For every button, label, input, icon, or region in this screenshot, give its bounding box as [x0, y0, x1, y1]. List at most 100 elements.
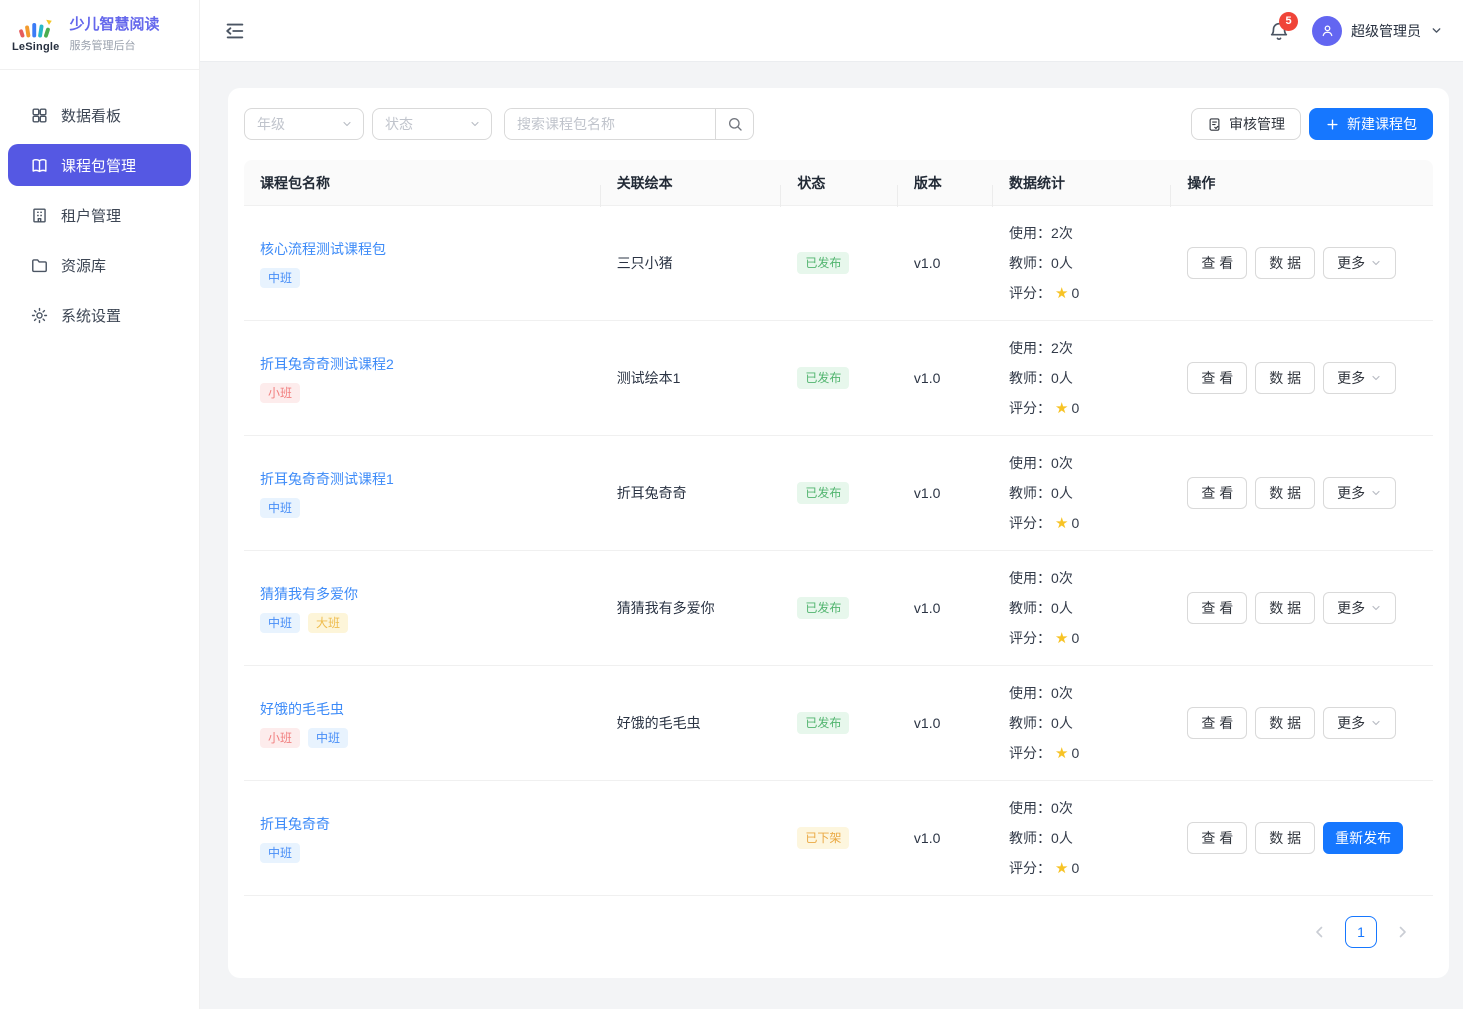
rating-stat: 评分：★0 — [1009, 853, 1155, 884]
grade-tags: 中班 — [260, 498, 585, 518]
name-cell: 折耳兔奇奇 中班 — [244, 814, 601, 863]
page-number-current[interactable]: 1 — [1345, 916, 1377, 948]
content-card: 年级 状态 — [228, 88, 1449, 978]
grade-tags: 中班 — [260, 843, 585, 863]
search-icon — [727, 116, 743, 132]
notification-badge: 5 — [1279, 12, 1298, 31]
grade-tag: 大班 — [308, 613, 348, 633]
name-cell: 折耳兔奇奇测试课程1 中班 — [244, 469, 601, 518]
course-package-link[interactable]: 核心流程测试课程包 — [260, 239, 386, 259]
data-button[interactable]: 数 据 — [1255, 822, 1315, 854]
sidebar-item-tenants[interactable]: 租户管理 — [8, 194, 191, 236]
version-cell: v1.0 — [898, 600, 993, 616]
view-button[interactable]: 查 看 — [1187, 592, 1247, 624]
more-button[interactable]: 更多 — [1323, 592, 1396, 624]
audit-button-label: 审核管理 — [1229, 114, 1285, 134]
sidebar-item-dashboard[interactable]: 数据看板 — [8, 94, 191, 136]
user-menu[interactable]: 超级管理员 — [1312, 16, 1443, 46]
sidebar-item-label: 课程包管理 — [61, 155, 136, 176]
view-button[interactable]: 查 看 — [1187, 477, 1247, 509]
stats-cell: 使用：0次 教师：0人 评分：★0 — [993, 678, 1171, 769]
brand-logo: LeSingle 少儿智慧阅读 服务管理后台 — [0, 0, 199, 70]
avatar — [1312, 16, 1342, 46]
star-icon: ★ — [1055, 285, 1068, 302]
view-button[interactable]: 查 看 — [1187, 822, 1247, 854]
rating-stat: 评分：★0 — [1009, 738, 1155, 769]
data-button[interactable]: 数 据 — [1255, 362, 1315, 394]
view-button[interactable]: 查 看 — [1187, 247, 1247, 279]
chevron-down-icon — [341, 118, 353, 130]
actions-cell: 查 看 数 据 更多 重新发布 — [1171, 592, 1433, 624]
more-button[interactable]: 更多 — [1323, 477, 1396, 509]
view-button[interactable]: 查 看 — [1187, 707, 1247, 739]
teachers-stat: 教师：0人 — [1009, 708, 1155, 738]
course-package-link[interactable]: 折耳兔奇奇测试课程2 — [260, 354, 394, 374]
column-header-stats: 数据统计 — [993, 173, 1171, 193]
name-cell: 好饿的毛毛虫 小班中班 — [244, 699, 601, 748]
sidebar-item-settings[interactable]: 系统设置 — [8, 294, 191, 336]
status-select[interactable]: 状态 — [372, 108, 492, 140]
more-button[interactable]: 更多 — [1323, 707, 1396, 739]
sidebar-item-course-packages[interactable]: 课程包管理 — [8, 144, 191, 186]
data-button[interactable]: 数 据 — [1255, 592, 1315, 624]
folder-icon — [30, 256, 49, 275]
course-package-link[interactable]: 猜猜我有多爱你 — [260, 584, 358, 604]
republish-button[interactable]: 重新发布 — [1323, 822, 1403, 854]
usage-stat: 使用：0次 — [1009, 448, 1155, 478]
search-input[interactable] — [505, 109, 715, 139]
data-button[interactable]: 数 据 — [1255, 247, 1315, 279]
rating-stat: 评分：★0 — [1009, 623, 1155, 654]
grade-tag: 小班 — [260, 383, 300, 403]
chevron-down-icon — [1370, 257, 1382, 269]
teachers-stat: 教师：0人 — [1009, 363, 1155, 393]
status-badge: 已发布 — [797, 482, 849, 504]
table-row: 折耳兔奇奇测试课程1 中班 折耳兔奇奇 已发布 v1.0 使用：0次 教师：0人… — [244, 436, 1433, 551]
create-course-package-button[interactable]: 新建课程包 — [1309, 108, 1433, 140]
book-cell: 猜猜我有多爱你 — [601, 598, 782, 618]
status-badge: 已发布 — [797, 252, 849, 274]
book-cell: 测试绘本1 — [601, 368, 782, 388]
version-cell: v1.0 — [898, 830, 993, 846]
grade-select[interactable]: 年级 — [244, 108, 364, 140]
more-button[interactable]: 更多 — [1323, 362, 1396, 394]
usage-stat: 使用：2次 — [1009, 333, 1155, 363]
more-button[interactable]: 更多 — [1323, 247, 1396, 279]
data-button[interactable]: 数 据 — [1255, 707, 1315, 739]
grade-tag: 中班 — [260, 268, 300, 288]
usage-stat: 使用：0次 — [1009, 563, 1155, 593]
table-row: 折耳兔奇奇 中班 已下架 v1.0 使用：0次 教师：0人 评分：★0 查 看 … — [244, 781, 1433, 896]
chevron-down-icon — [1370, 717, 1382, 729]
view-button[interactable]: 查 看 — [1187, 362, 1247, 394]
user-name: 超级管理员 — [1351, 21, 1421, 41]
user-icon — [1319, 22, 1336, 39]
plus-icon — [1325, 117, 1340, 132]
course-package-link[interactable]: 好饿的毛毛虫 — [260, 699, 344, 719]
course-package-table: 课程包名称 关联绘本 状态 版本 数据统计 操作 核心流程测试课程包 中班 三只… — [244, 160, 1433, 896]
prev-page-button[interactable] — [1311, 923, 1329, 941]
sidebar-item-resources[interactable]: 资源库 — [8, 244, 191, 286]
teachers-stat: 教师：0人 — [1009, 248, 1155, 278]
actions-cell: 查 看 数 据 更多 重新发布 — [1171, 247, 1433, 279]
course-package-link[interactable]: 折耳兔奇奇测试课程1 — [260, 469, 394, 489]
status-badge: 已发布 — [797, 367, 849, 389]
grade-tag: 中班 — [308, 728, 348, 748]
version-cell: v1.0 — [898, 715, 993, 731]
status-badge: 已发布 — [797, 597, 849, 619]
column-header-ops: 操作 — [1171, 173, 1433, 193]
next-page-button[interactable] — [1393, 923, 1411, 941]
grade-tag: 中班 — [260, 843, 300, 863]
grade-tags: 小班 — [260, 383, 585, 403]
star-icon: ★ — [1055, 630, 1068, 647]
usage-stat: 使用：0次 — [1009, 678, 1155, 708]
audit-button[interactable]: 审核管理 — [1191, 108, 1301, 140]
menu-fold-icon[interactable] — [224, 20, 246, 42]
search-button[interactable] — [715, 109, 753, 139]
status-badge: 已发布 — [797, 712, 849, 734]
stats-cell: 使用：2次 教师：0人 评分：★0 — [993, 333, 1171, 424]
table-row: 核心流程测试课程包 中班 三只小猪 已发布 v1.0 使用：2次 教师：0人 评… — [244, 206, 1433, 321]
course-package-link[interactable]: 折耳兔奇奇 — [260, 814, 330, 834]
notification-bell[interactable]: 5 — [1268, 20, 1290, 42]
teachers-stat: 教师：0人 — [1009, 478, 1155, 508]
data-button[interactable]: 数 据 — [1255, 477, 1315, 509]
rating-stat: 评分：★0 — [1009, 278, 1155, 309]
